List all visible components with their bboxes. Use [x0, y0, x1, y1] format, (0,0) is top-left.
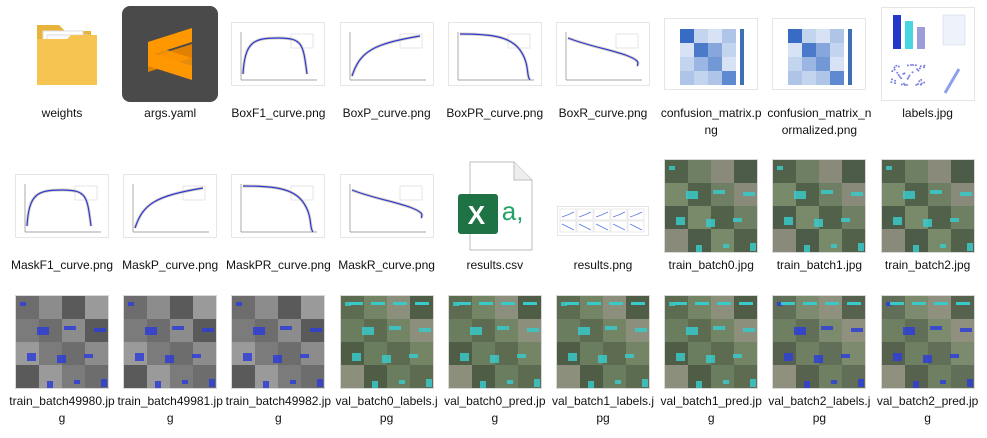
file-name-label: MaskPR_curve.png: [226, 258, 331, 272]
file-name-label: BoxPR_curve.png: [446, 106, 544, 120]
image-thumbnail: [447, 294, 543, 390]
excel-accent: a,: [501, 196, 524, 226]
file-grid: weights args.yaml BoxF1_curve.png BoxP_c…: [0, 0, 987, 438]
file-name-label: labels.jpg: [902, 106, 953, 120]
image-thumbnail: [555, 6, 651, 102]
file-item-maskf1-curve-png[interactable]: MaskF1_curve.png: [9, 158, 115, 274]
image-thumbnail: [880, 6, 976, 102]
file-item-labels-jpg[interactable]: labels.jpg: [875, 6, 981, 122]
file-item-train-batch1-jpg[interactable]: train_batch1.jpg: [766, 158, 872, 274]
file-name-label: BoxF1_curve.png: [231, 106, 326, 120]
file-name-label: MaskF1_curve.png: [10, 258, 114, 272]
file-name-label: val_batch0_labels.jpg: [335, 394, 438, 425]
file-item-confusion-matrix-png[interactable]: confusion_matrix.png: [658, 6, 764, 139]
file-item-args-yaml[interactable]: args.yaml: [117, 6, 223, 122]
file-item-results-png[interactable]: results.png: [550, 158, 656, 274]
file-item-maskr-curve-png[interactable]: MaskR_curve.png: [334, 158, 440, 274]
image-thumbnail: [230, 294, 326, 390]
image-thumbnail: [230, 158, 326, 254]
image-thumbnail: [771, 6, 867, 102]
image-thumbnail: [663, 158, 759, 254]
image-thumbnail: [447, 6, 543, 102]
file-item-train-batch49982-jpg[interactable]: train_batch49982.jpg: [225, 294, 331, 427]
image-thumbnail: [14, 158, 110, 254]
file-item-train-batch49981-jpg[interactable]: train_batch49981.jpg: [117, 294, 223, 427]
file-name-label: train_batch49981.jpg: [117, 394, 223, 425]
file-item-boxf1-curve-png[interactable]: BoxF1_curve.png: [225, 6, 331, 122]
file-name-label: results.csv: [466, 258, 524, 272]
sublime-text-icon: [122, 6, 219, 102]
file-item-boxp-curve-png[interactable]: BoxP_curve.png: [334, 6, 440, 122]
file-name-label: weights: [41, 106, 83, 120]
file-item-train-batch49980-jpg[interactable]: train_batch49980.jpg: [9, 294, 115, 427]
excel-letter: X: [467, 200, 486, 230]
image-thumbnail: [122, 294, 218, 390]
file-item-val-batch2-pred-jpg[interactable]: val_batch2_pred.jpg: [875, 294, 981, 427]
file-name-label: val_batch1_labels.jpg: [551, 394, 655, 425]
image-thumbnail: [880, 158, 976, 254]
file-item-boxpr-curve-png[interactable]: BoxPR_curve.png: [442, 6, 548, 122]
image-thumbnail: [663, 6, 759, 102]
image-thumbnail: [771, 294, 867, 390]
file-item-val-batch2-labels-jpg[interactable]: val_batch2_labels.jpg: [766, 294, 872, 427]
file-name-label: confusion_matrix.png: [660, 106, 762, 137]
image-thumbnail: [230, 6, 326, 102]
image-thumbnail: [339, 294, 435, 390]
file-name-label: val_batch2_labels.jpg: [768, 394, 871, 425]
file-item-val-batch1-pred-jpg[interactable]: val_batch1_pred.jpg: [658, 294, 764, 427]
file-name-label: val_batch0_pred.jpg: [444, 394, 546, 425]
image-thumbnail: [663, 294, 759, 390]
file-name-label: results.png: [573, 258, 633, 272]
image-thumbnail: [339, 6, 435, 102]
file-item-val-batch1-labels-jpg[interactable]: val_batch1_labels.jpg: [550, 294, 656, 427]
file-item-maskp-curve-png[interactable]: MaskP_curve.png: [117, 158, 223, 274]
file-item-val-batch0-labels-jpg[interactable]: val_batch0_labels.jpg: [334, 294, 440, 427]
image-thumbnail: [555, 158, 651, 254]
file-name-label: args.yaml: [144, 106, 197, 120]
image-thumbnail: [122, 158, 218, 254]
file-item-train-batch0-jpg[interactable]: train_batch0.jpg: [658, 158, 764, 274]
file-name-label: val_batch1_pred.jpg: [660, 394, 762, 425]
image-thumbnail: [771, 158, 867, 254]
file-item-results-csv[interactable]: Xa, results.csv: [442, 158, 548, 274]
file-item-val-batch0-pred-jpg[interactable]: val_batch0_pred.jpg: [442, 294, 548, 427]
file-item-confusion-matrix-normalized-png[interactable]: confusion_matrix_normalized.png: [766, 6, 872, 139]
folder-icon: [14, 6, 110, 102]
file-name-label: val_batch2_pred.jpg: [876, 394, 979, 425]
image-thumbnail: [555, 294, 651, 390]
file-item-maskpr-curve-png[interactable]: MaskPR_curve.png: [225, 158, 331, 274]
file-name-label: train_batch1.jpg: [776, 258, 863, 272]
file-name-label: MaskR_curve.png: [338, 258, 435, 272]
file-item-train-batch2-jpg[interactable]: train_batch2.jpg: [875, 158, 981, 274]
image-thumbnail: [339, 158, 435, 254]
file-name-label: train_batch0.jpg: [668, 258, 754, 272]
file-name-label: confusion_matrix_normalized.png: [767, 106, 872, 137]
image-thumbnail: [880, 294, 976, 390]
file-item-weights[interactable]: weights: [9, 6, 115, 122]
image-thumbnail: [14, 294, 110, 390]
file-name-label: BoxP_curve.png: [342, 106, 431, 120]
excel-file-icon: Xa,: [447, 158, 543, 254]
file-name-label: BoxR_curve.png: [558, 106, 648, 120]
file-name-label: MaskP_curve.png: [122, 258, 219, 272]
file-name-label: train_batch2.jpg: [884, 258, 971, 272]
file-name-label: train_batch49980.jpg: [9, 394, 115, 425]
file-name-label: train_batch49982.jpg: [225, 394, 332, 425]
file-item-boxr-curve-png[interactable]: BoxR_curve.png: [550, 6, 656, 122]
